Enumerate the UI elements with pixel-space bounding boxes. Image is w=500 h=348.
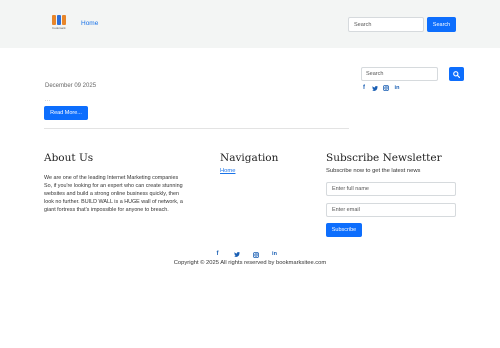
logo-caption: bookmark bbox=[52, 26, 66, 30]
sidebar-social-links: f in bbox=[361, 84, 400, 92]
read-more-button[interactable]: Read More... bbox=[44, 106, 88, 120]
instagram-icon[interactable] bbox=[252, 251, 259, 258]
site-logo[interactable]: bookmark bbox=[52, 15, 66, 33]
subscribe-button[interactable]: Subscribe bbox=[326, 223, 362, 237]
email-field[interactable] bbox=[326, 203, 456, 217]
instagram-icon[interactable] bbox=[383, 85, 389, 92]
book-logo-icon bbox=[52, 15, 66, 25]
sidebar-search-input[interactable] bbox=[361, 67, 438, 81]
facebook-icon[interactable]: f bbox=[214, 251, 221, 258]
copyright-text: Copyright © 2025 All rights reserved by … bbox=[173, 260, 327, 266]
twitter-icon[interactable] bbox=[233, 251, 240, 258]
full-name-field[interactable] bbox=[326, 182, 456, 196]
content-divider bbox=[44, 128, 349, 129]
nav-home-link[interactable]: Home bbox=[81, 20, 98, 27]
footer-home-link[interactable]: Home bbox=[220, 168, 235, 174]
header-search-button[interactable]: Search bbox=[427, 17, 456, 32]
page: bookmark Home Search December 09 2025 ..… bbox=[0, 0, 500, 348]
site-header: bookmark Home Search bbox=[0, 0, 500, 48]
twitter-icon[interactable] bbox=[372, 85, 378, 92]
about-heading: About Us bbox=[44, 152, 94, 164]
subscribe-text: Subscribe now to get the latest news bbox=[326, 168, 421, 174]
linkedin-icon[interactable]: in bbox=[271, 251, 278, 258]
facebook-icon[interactable]: f bbox=[361, 85, 367, 92]
post-date: December 09 2025 bbox=[45, 83, 97, 89]
footer-social-links: f in bbox=[214, 251, 278, 258]
header-search-input[interactable] bbox=[348, 17, 424, 32]
post-excerpt: ... bbox=[45, 97, 51, 103]
linkedin-icon[interactable]: in bbox=[394, 85, 400, 92]
navigation-heading: Navigation bbox=[220, 152, 279, 164]
about-text: We are one of the leading Internet Marke… bbox=[44, 175, 183, 213]
magnifier-icon bbox=[453, 70, 460, 78]
sidebar-search-button[interactable] bbox=[449, 67, 464, 81]
subscribe-heading: Subscribe Newsletter bbox=[326, 152, 442, 164]
